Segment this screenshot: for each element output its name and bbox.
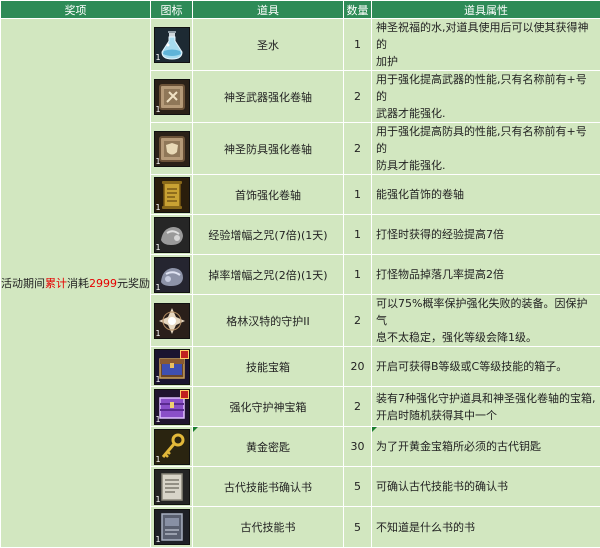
item-name: 技能宝箱 (193, 347, 344, 387)
icon-count: 1 (156, 495, 161, 504)
item-attr: 打怪物品掉落几率提高2倍 (372, 255, 600, 295)
icon-count: 1 (156, 105, 161, 114)
holy-armor-scroll-icon: 1 (154, 131, 190, 167)
ancient-book-confirm-icon: 1 (154, 469, 190, 505)
item-qty: 2 (344, 71, 372, 123)
icon-count: 1 (156, 283, 161, 292)
table-row: 活动期间累计消耗2999元奖励 1 圣水 1 神圣祝福的水,对道具使用后可以使其… (1, 19, 600, 71)
icon-count: 1 (156, 415, 161, 424)
item-attr: 不知道是什么书的书 (372, 507, 600, 548)
item-qty: 1 (344, 255, 372, 295)
item-attr: 打怪时获得的经验提高7倍 (372, 215, 600, 255)
item-qty: 1 (344, 215, 372, 255)
drop-rate-icon: 1 (154, 257, 190, 293)
item-qty: 2 (344, 387, 372, 427)
item-name: 经验增幅之咒(7倍)(1天) (193, 215, 344, 255)
icon-count: 1 (156, 329, 161, 338)
lock-icon (180, 350, 189, 359)
award-mid: 消耗 (67, 277, 89, 290)
award-suffix: 元奖励 (117, 277, 150, 290)
icon-count: 1 (156, 455, 161, 464)
icon-count: 1 (156, 53, 161, 62)
item-attr: 开启可获得B等级或C等级技能的箱子。 (372, 347, 600, 387)
item-attr: 可以75%概率保护强化失败的装备。因保护气息不太稳定，强化等级会降1级。 (372, 295, 600, 347)
item-qty: 1 (344, 19, 372, 71)
accessory-scroll-icon: 1 (154, 177, 190, 213)
award-prefix: 活动期间 (1, 277, 45, 290)
item-attr: 用于强化提高武器的性能,只有名称前有+号的武器才能强化. (372, 71, 600, 123)
item-attr: 用于强化提高防具的性能,只有名称前有+号的防具才能强化. (372, 123, 600, 175)
greenwich-guard-icon: 1 (154, 303, 190, 339)
item-name: 首饰强化卷轴 (193, 175, 344, 215)
item-name: 强化守护神宝箱 (193, 387, 344, 427)
item-attr: 装有7种强化守护道具和神圣强化卷轴的宝箱,开启时随机获得其中一个 (372, 387, 600, 427)
reward-table: 奖项 图标 道具 数量 道具属性 活动期间累计消耗2999元奖励 1 圣水 1 … (0, 0, 600, 548)
item-attr: 为了开黄金宝箱所必须的古代钥匙 (372, 427, 600, 467)
item-attr: 能强化首饰的卷轴 (372, 175, 600, 215)
lock-icon (180, 390, 189, 399)
header-icon: 图标 (151, 1, 193, 19)
item-name: 格林汉特的守护II (193, 295, 344, 347)
item-qty: 5 (344, 507, 372, 548)
item-name: 神圣防具强化卷轴 (193, 123, 344, 175)
item-qty: 2 (344, 123, 372, 175)
item-name: 黄金密匙 (193, 427, 344, 467)
header-item: 道具 (193, 1, 344, 19)
header-attr: 道具属性 (372, 1, 600, 19)
item-qty: 2 (344, 295, 372, 347)
item-attr: 可确认古代技能书的确认书 (372, 467, 600, 507)
item-qty: 5 (344, 467, 372, 507)
item-attr: 神圣祝福的水,对道具使用后可以使其获得神的加护 (372, 19, 600, 71)
ancient-skill-book-icon: 1 (154, 509, 190, 545)
icon-count: 1 (156, 535, 161, 544)
icon-count: 1 (156, 375, 161, 384)
golden-key-icon: 1 (154, 429, 190, 465)
item-name: 古代技能书确认书 (193, 467, 344, 507)
header-row: 奖项 图标 道具 数量 道具属性 (1, 1, 600, 19)
header-award: 奖项 (1, 1, 151, 19)
holy-weapon-scroll-icon: 1 (154, 79, 190, 115)
item-name: 掉率增幅之咒(2倍)(1天) (193, 255, 344, 295)
item-qty: 20 (344, 347, 372, 387)
award-highlight-amount: 2999 (89, 277, 117, 290)
enhance-guard-chest-icon: 1 (154, 389, 190, 425)
item-name: 圣水 (193, 19, 344, 71)
icon-count: 1 (156, 243, 161, 252)
icon-count: 1 (156, 203, 161, 212)
item-qty: 1 (344, 175, 372, 215)
header-qty: 数量 (344, 1, 372, 19)
item-qty: 30 (344, 427, 372, 467)
item-name: 古代技能书 (193, 507, 344, 548)
item-name: 神圣武器强化卷轴 (193, 71, 344, 123)
award-highlight-cumulative: 累计 (45, 277, 67, 290)
holy-water-bottle-icon: 1 (154, 27, 190, 63)
exp-boost-icon: 1 (154, 217, 190, 253)
icon-count: 1 (156, 157, 161, 166)
skill-chest-icon: 1 (154, 349, 190, 385)
award-cell: 活动期间累计消耗2999元奖励 (1, 19, 151, 548)
